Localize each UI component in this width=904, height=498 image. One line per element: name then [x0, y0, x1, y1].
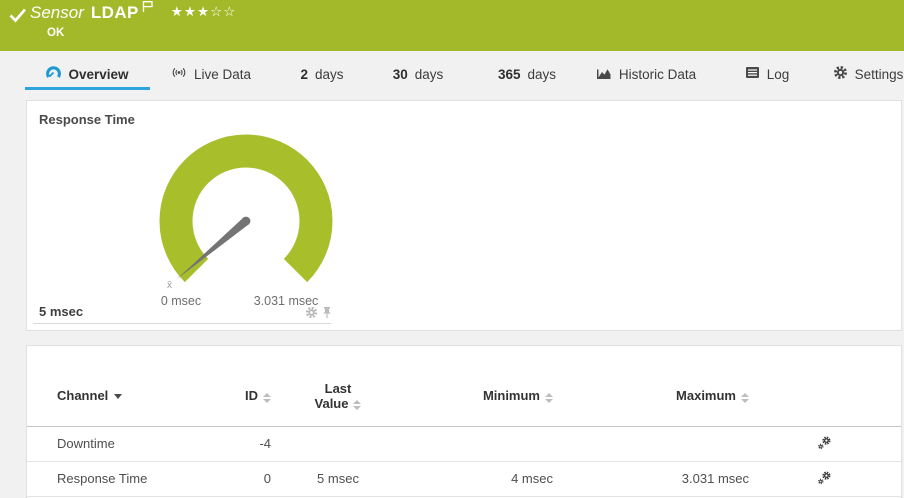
- gauge-needle-hub: [242, 217, 251, 226]
- sensor-title: Sensor LDAP ★★★☆☆: [30, 3, 236, 23]
- channel-id-cell: -4: [237, 426, 283, 461]
- flag-icon[interactable]: [142, 0, 154, 18]
- channel-settings-icon[interactable]: [817, 438, 832, 453]
- tab-label: days: [315, 67, 344, 82]
- sort-caret-down-icon: [114, 394, 122, 403]
- gauge-max-label: 3.031 msec: [216, 294, 356, 308]
- channel-settings-icon[interactable]: [817, 473, 832, 488]
- star-filled-icon[interactable]: ★: [171, 4, 184, 19]
- tab-30-days[interactable]: 30 days: [386, 61, 450, 90]
- gauge-arc: [176, 151, 316, 270]
- channels-table: Channel ID Last Value Minimum: [27, 366, 901, 497]
- gauge-icon: [46, 65, 61, 83]
- sensor-type-label: Sensor: [30, 3, 84, 23]
- column-header-id[interactable]: ID: [237, 366, 283, 426]
- channel-minimum-cell: [393, 426, 563, 461]
- channels-panel: Channel ID Last Value Minimum: [26, 345, 902, 498]
- gauge-min-label: 0 msec: [141, 294, 221, 308]
- column-header-maximum[interactable]: Maximum: [563, 366, 759, 426]
- response-time-gauge: x̄: [151, 129, 341, 317]
- tab-2-days[interactable]: 2 days: [294, 61, 350, 90]
- column-header-channel[interactable]: Channel: [27, 366, 237, 426]
- sensor-page: Sensor LDAP ★★★☆☆ OK Overview: [0, 0, 904, 498]
- log-icon: [745, 66, 760, 82]
- tab-label: Log: [767, 67, 790, 82]
- status-ok-check-icon: [9, 8, 27, 28]
- average-marker: x̄: [167, 280, 172, 291]
- pin-icon[interactable]: [321, 306, 333, 324]
- tab-log[interactable]: Log: [740, 61, 794, 90]
- tab-live-data[interactable]: Live Data: [163, 61, 259, 90]
- response-time-gauge-panel: Response Time x̄ 0 msec 3.031 msec 5 mse…: [26, 100, 902, 331]
- channel-maximum-cell: 3.031 msec: [563, 461, 759, 496]
- historic-data-icon: [596, 66, 612, 83]
- channel-actions-cell: [759, 426, 901, 461]
- star-filled-icon[interactable]: ★: [184, 4, 197, 19]
- settings-gear-icon: [833, 65, 848, 83]
- channel-last-value-cell: [283, 426, 393, 461]
- tab-label: Historic Data: [619, 67, 696, 82]
- tab-number: 30: [393, 67, 408, 82]
- gauge-settings-gear-icon[interactable]: [305, 306, 318, 324]
- channel-actions-cell: [759, 461, 901, 496]
- channel-last-value-cell: 5 msec: [283, 461, 393, 496]
- tab-label: Live Data: [194, 67, 251, 82]
- tab-label: Overview: [68, 67, 128, 82]
- column-header-last-value[interactable]: Last Value: [283, 366, 393, 426]
- sort-icon: [353, 400, 361, 410]
- table-header-row: Channel ID Last Value Minimum: [27, 366, 901, 426]
- table-row-downtime: Downtime -4: [27, 426, 901, 461]
- tab-label: days: [415, 67, 444, 82]
- sensor-name: LDAP: [91, 3, 139, 23]
- channel-minimum-cell: 4 msec: [393, 461, 563, 496]
- tab-number: 365: [498, 67, 521, 82]
- star-empty-icon[interactable]: ☆: [223, 4, 236, 19]
- tab-bar: Overview Live Data 2 days 30 days 365 da…: [0, 51, 904, 100]
- sort-icon: [545, 393, 553, 403]
- sensor-header: Sensor LDAP ★★★☆☆ OK: [0, 0, 904, 51]
- tab-label: days: [528, 67, 557, 82]
- tab-overview[interactable]: Overview: [25, 61, 150, 90]
- star-empty-icon[interactable]: ☆: [210, 4, 223, 19]
- column-header-minimum[interactable]: Minimum: [393, 366, 563, 426]
- channel-id-cell: 0: [237, 461, 283, 496]
- live-data-icon: [171, 65, 187, 83]
- status-badge: OK: [47, 27, 64, 39]
- sort-icon: [263, 393, 271, 403]
- tab-number: 2: [300, 67, 308, 82]
- column-header-actions: [759, 366, 901, 426]
- tab-label: Settings: [855, 67, 904, 82]
- channel-name-cell[interactable]: Downtime: [27, 426, 237, 461]
- sort-icon: [741, 393, 749, 403]
- tab-historic-data[interactable]: Historic Data: [592, 61, 700, 90]
- tab-365-days[interactable]: 365 days: [491, 61, 563, 90]
- channel-maximum-cell: [563, 426, 759, 461]
- panel-title: Response Time: [39, 112, 135, 127]
- priority-stars[interactable]: ★★★☆☆: [171, 4, 237, 20]
- channel-name-cell[interactable]: Response Time: [27, 461, 237, 496]
- gauge-cell-divider: [33, 323, 331, 324]
- star-filled-icon[interactable]: ★: [197, 4, 210, 19]
- tab-settings[interactable]: Settings: [832, 61, 904, 90]
- gauge-current-value: 5 msec: [39, 304, 83, 319]
- table-row-response-time: Response Time 0 5 msec 4 msec 3.031 msec: [27, 461, 901, 496]
